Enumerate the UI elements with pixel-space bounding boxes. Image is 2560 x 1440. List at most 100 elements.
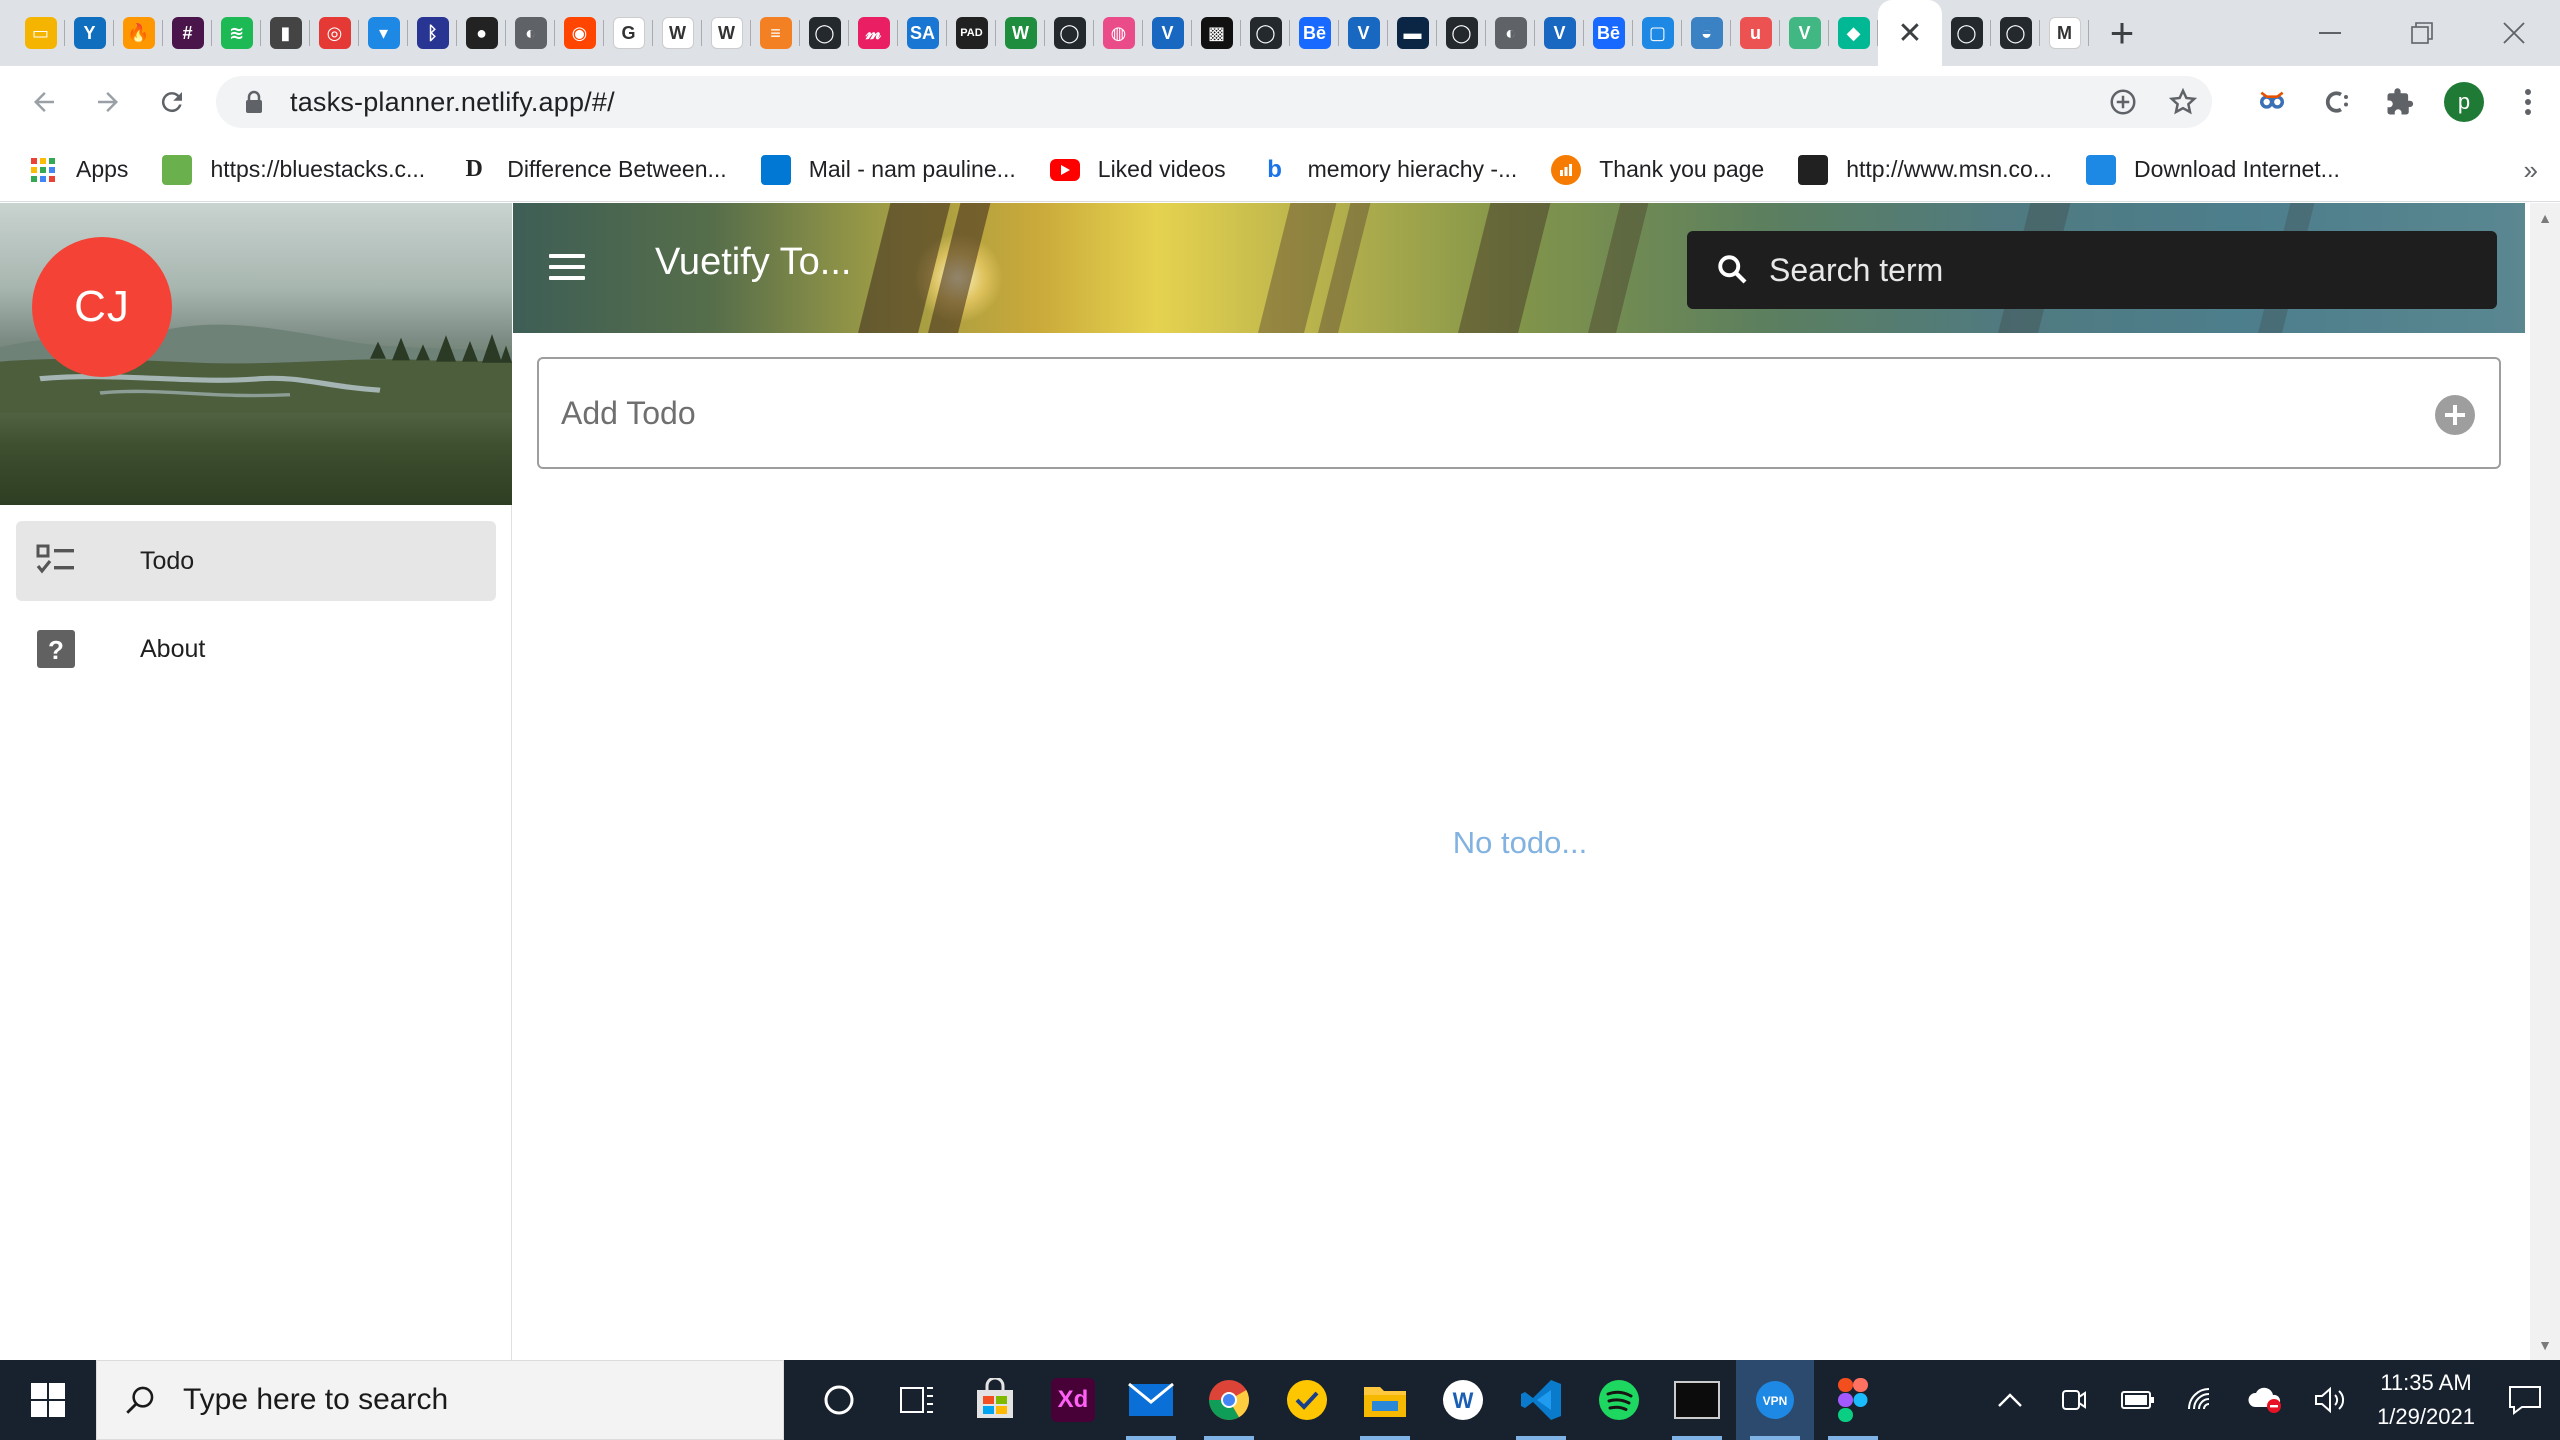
cortana-button[interactable] xyxy=(800,1360,878,1440)
add-todo-button[interactable] xyxy=(2435,395,2475,435)
scroll-up-arrow[interactable]: ▲ xyxy=(2530,203,2560,233)
browser-tab[interactable]: ▩ xyxy=(1192,0,1241,66)
minimize-button[interactable] xyxy=(2284,0,2376,66)
bookmark-item[interactable]: D Difference Between... xyxy=(459,138,727,202)
profile-button[interactable]: p xyxy=(2432,66,2496,138)
search-placeholder[interactable]: Search term xyxy=(1769,252,1943,289)
lock-icon[interactable] xyxy=(242,90,266,114)
bookmark-item[interactable]: Mail - nam pauline... xyxy=(760,138,1016,202)
reload-button[interactable] xyxy=(140,66,204,138)
task-view-button[interactable] xyxy=(878,1360,956,1440)
back-button[interactable] xyxy=(12,66,76,138)
browser-tab[interactable]: Y xyxy=(65,0,114,66)
browser-tab[interactable]: Bē xyxy=(1290,0,1339,66)
taskbar-vpn[interactable]: VPN xyxy=(1736,1360,1814,1440)
taskbar-clock[interactable]: 11:35 AM 1/29/2021 xyxy=(2362,1366,2490,1434)
meet-now-icon[interactable] xyxy=(2042,1360,2106,1440)
browser-tab[interactable]: ≡ xyxy=(751,0,800,66)
browser-tab[interactable]: 🔥 xyxy=(114,0,163,66)
user-avatar[interactable]: CJ xyxy=(32,237,172,377)
taskbar-norton[interactable] xyxy=(1268,1360,1346,1440)
active-browser-tab[interactable]: ✕ xyxy=(1878,0,1942,66)
bookmark-item[interactable]: Liked videos xyxy=(1049,138,1226,202)
bookmarks-overflow-button[interactable]: » xyxy=(2524,138,2538,202)
browser-tab[interactable]: Bē xyxy=(1584,0,1633,66)
browser-tab[interactable]: ◐ xyxy=(1486,0,1535,66)
bookmark-item[interactable]: b memory hierachy -... xyxy=(1260,138,1517,202)
nav-item-about[interactable]: ? About xyxy=(16,609,496,689)
nav-item-todo[interactable]: Todo xyxy=(16,521,496,601)
page-scrollbar[interactable]: ▲ ▼ xyxy=(2530,203,2560,1360)
taskbar-store[interactable] xyxy=(956,1360,1034,1440)
browser-tab[interactable]: # xyxy=(163,0,212,66)
taskbar-chrome[interactable] xyxy=(1190,1360,1268,1440)
onedrive-error-icon[interactable] xyxy=(2234,1360,2298,1440)
browser-tab[interactable]: ▮ xyxy=(261,0,310,66)
browser-tab[interactable]: ● xyxy=(457,0,506,66)
url-text[interactable]: tasks-planner.netlify.app/#/ xyxy=(290,87,615,118)
battery-icon[interactable] xyxy=(2106,1360,2170,1440)
browser-tab[interactable]: G xyxy=(604,0,653,66)
menu-toggle-button[interactable] xyxy=(549,247,589,287)
browser-tab[interactable]: ◯ xyxy=(1942,0,1991,66)
taskbar-search-placeholder[interactable]: Type here to search xyxy=(183,1383,448,1417)
taskbar-file-explorer[interactable] xyxy=(1346,1360,1424,1440)
bookmark-item[interactable]: Thank you page xyxy=(1551,138,1764,202)
taskbar-terminal[interactable] xyxy=(1658,1360,1736,1440)
browser-tab[interactable]: V xyxy=(1339,0,1388,66)
scroll-down-arrow[interactable]: ▼ xyxy=(2530,1330,2560,1360)
browser-tab[interactable]: PAD xyxy=(947,0,996,66)
address-bar[interactable]: tasks-planner.netlify.app/#/ xyxy=(216,76,2212,128)
browser-tab[interactable]: V xyxy=(1780,0,1829,66)
taskbar-vscode[interactable] xyxy=(1502,1360,1580,1440)
action-center-button[interactable] xyxy=(2490,1360,2560,1440)
bookmark-item[interactable]: Download Internet... xyxy=(2086,138,2340,202)
browser-tab[interactable]: ▾ xyxy=(359,0,408,66)
bookmark-item[interactable]: http://www.msn.co... xyxy=(1798,138,2052,202)
browser-tab[interactable]: ◯ xyxy=(1991,0,2040,66)
show-hidden-icons-chevron-icon[interactable] xyxy=(1978,1360,2042,1440)
browser-tab[interactable]: ◐ xyxy=(506,0,555,66)
taskbar-search-box[interactable]: Type here to search xyxy=(96,1360,784,1440)
browser-tab[interactable]: ᛒ xyxy=(408,0,457,66)
taskbar-mail[interactable] xyxy=(1112,1360,1190,1440)
taskbar-spotify[interactable] xyxy=(1580,1360,1658,1440)
extension-c-icon[interactable] xyxy=(2304,66,2368,138)
browser-tab[interactable]: ◉ xyxy=(555,0,604,66)
taskbar-adobe-xd[interactable]: Xd xyxy=(1034,1360,1112,1440)
browser-tab[interactable]: V xyxy=(1143,0,1192,66)
browser-tab[interactable]: ◯ xyxy=(1437,0,1486,66)
browser-tab[interactable]: ◯ xyxy=(1241,0,1290,66)
browser-tab[interactable]: ≋ xyxy=(212,0,261,66)
menu-kebab-icon[interactable] xyxy=(2496,66,2560,138)
browser-tab[interactable]: ◍ xyxy=(1094,0,1143,66)
taskbar-word-app[interactable]: W xyxy=(1424,1360,1502,1440)
browser-tab[interactable]: W xyxy=(702,0,751,66)
new-tab-button[interactable]: + xyxy=(2089,0,2155,66)
browser-tab[interactable]: 𝓂 xyxy=(849,0,898,66)
add-todo-field[interactable]: Add Todo xyxy=(537,357,2501,469)
search-field[interactable]: Search term xyxy=(1687,231,2497,309)
browser-tab[interactable]: ▬ xyxy=(1388,0,1437,66)
bookmark-item[interactable]: https://bluestacks.c... xyxy=(162,138,425,202)
extensions-puzzle-icon[interactable] xyxy=(2368,66,2432,138)
browser-tab[interactable]: M xyxy=(2040,0,2089,66)
browser-tab[interactable]: ◯ xyxy=(800,0,849,66)
browser-tab[interactable]: ◯ xyxy=(1045,0,1094,66)
close-tab-icon[interactable]: ✕ xyxy=(1897,16,1922,51)
add-todo-placeholder[interactable]: Add Todo xyxy=(561,395,696,432)
browser-tab[interactable]: W xyxy=(653,0,702,66)
browser-tab[interactable]: SA xyxy=(898,0,947,66)
browser-tab[interactable]: ▭ xyxy=(16,0,65,66)
restore-button[interactable] xyxy=(2376,0,2468,66)
browser-tab[interactable]: W xyxy=(996,0,1045,66)
install-app-icon[interactable] xyxy=(2108,87,2138,117)
close-window-button[interactable] xyxy=(2468,0,2560,66)
browser-tab[interactable]: V xyxy=(1535,0,1584,66)
browser-tab[interactable]: u xyxy=(1731,0,1780,66)
browser-tab[interactable]: ◆ xyxy=(1829,0,1878,66)
browser-tab[interactable]: ▢ xyxy=(1633,0,1682,66)
extension-owl-icon[interactable] xyxy=(2240,66,2304,138)
taskbar-figma[interactable] xyxy=(1814,1360,1892,1440)
star-icon[interactable] xyxy=(2168,87,2198,117)
